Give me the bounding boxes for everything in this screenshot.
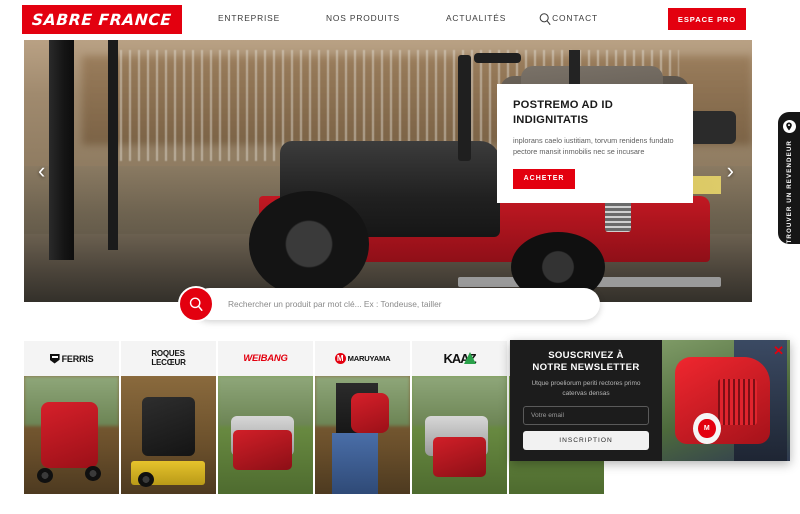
newsletter-title-line1: SOUSCRIVEZ À (548, 350, 624, 361)
logo-text: SABRE FRANCE (31, 10, 173, 29)
newsletter-title: SOUSCRIVEZ À NOTRE NEWSLETTER (532, 350, 639, 374)
site-header: SABRE FRANCE ENTREPRISE NOS PRODUITS ACT… (0, 0, 800, 40)
newsletter-subtitle: Utque proeliorum periti rectores primo c… (531, 380, 641, 397)
brand-logo-roques-lecoeur: ROQUES LECŒUR (121, 341, 216, 376)
newsletter-title-line2: NOTRE NEWSLETTER (532, 362, 640, 374)
brand-tile-kaaz[interactable]: KAAZ (412, 341, 507, 496)
trouver-revendeur-tab[interactable]: TROUVER UN REVENDEUR (778, 112, 800, 244)
maruyama-badge-icon: M (692, 412, 721, 445)
search-icon[interactable] (538, 12, 553, 27)
page-root: SABRE FRANCE ENTREPRISE NOS PRODUITS ACT… (0, 0, 800, 514)
nav-item-contact[interactable]: CONTACT (552, 13, 598, 23)
ferris-shield-icon (49, 353, 60, 364)
brand-logo-kaaz: KAAZ (412, 341, 507, 376)
newsletter-image: M ✕ (662, 340, 790, 461)
hero-caption-card: POSTREMO AD ID INDIGNITATIS inplorans ca… (497, 84, 693, 203)
brand-tile-maruyama[interactable]: M MARUYAMA (315, 341, 410, 496)
nav-item-nos-produits[interactable]: NOS PRODUITS (326, 13, 400, 23)
search-input[interactable] (228, 294, 568, 314)
dealer-tab-label: TROUVER UN REVENDEUR (785, 140, 793, 244)
brand-photo-roques-lecoeur (121, 376, 216, 494)
brand-logo-weibang: WEIBANG (218, 341, 313, 376)
brand-label-weibang: WEIBANG (243, 353, 288, 364)
kaaz-green-mark-icon (464, 352, 477, 364)
brand-photo-weibang (218, 376, 313, 494)
newsletter-popup: SOUSCRIVEZ À NOTRE NEWSLETTER Utque proe… (510, 340, 790, 461)
acheter-button[interactable]: ACHETER (513, 168, 575, 189)
brand-label-roques-line2: LECŒUR (151, 357, 186, 367)
brand-tile-weibang[interactable]: WEIBANG (218, 341, 313, 496)
product-search-bar (178, 286, 600, 322)
brand-label-maruyama: MARUYAMA (347, 354, 391, 363)
nav-item-actualites[interactable]: ACTUALITÉS (446, 13, 506, 23)
brand-photo-maruyama (315, 376, 410, 494)
site-logo[interactable]: SABRE FRANCE (22, 5, 182, 34)
map-pin-icon (782, 120, 796, 133)
nav-item-entreprise[interactable]: ENTREPRISE (218, 13, 280, 23)
brand-photo-ferris (24, 376, 119, 494)
newsletter-email-input[interactable] (523, 406, 649, 425)
espace-pro-button[interactable]: ESPACE PRO (668, 8, 746, 30)
brand-label-ferris: FERRIS (61, 353, 94, 364)
carousel-prev-arrow[interactable]: ‹ (38, 160, 45, 182)
search-submit-icon[interactable] (178, 286, 214, 322)
hero-title: POSTREMO AD ID INDIGNITATIS (513, 99, 613, 126)
brand-tile-ferris[interactable]: FERRIS (24, 341, 119, 496)
brand-logo-ferris: FERRIS (24, 341, 119, 376)
hero-description: inplorans caelo iustitiam, torvum renide… (513, 135, 674, 156)
maruyama-m-icon: M (334, 353, 346, 364)
carousel-next-arrow[interactable]: › (727, 160, 734, 182)
newsletter-content: SOUSCRIVEZ À NOTRE NEWSLETTER Utque proe… (510, 340, 662, 461)
brand-logo-maruyama: M MARUYAMA (315, 341, 410, 376)
brand-tile-roques-lecoeur[interactable]: ROQUES LECŒUR (121, 341, 216, 496)
newsletter-submit-button[interactable]: INSCRIPTION (523, 431, 649, 450)
brand-photo-kaaz (412, 376, 507, 494)
newsletter-close-icon[interactable]: ✕ (773, 344, 784, 357)
